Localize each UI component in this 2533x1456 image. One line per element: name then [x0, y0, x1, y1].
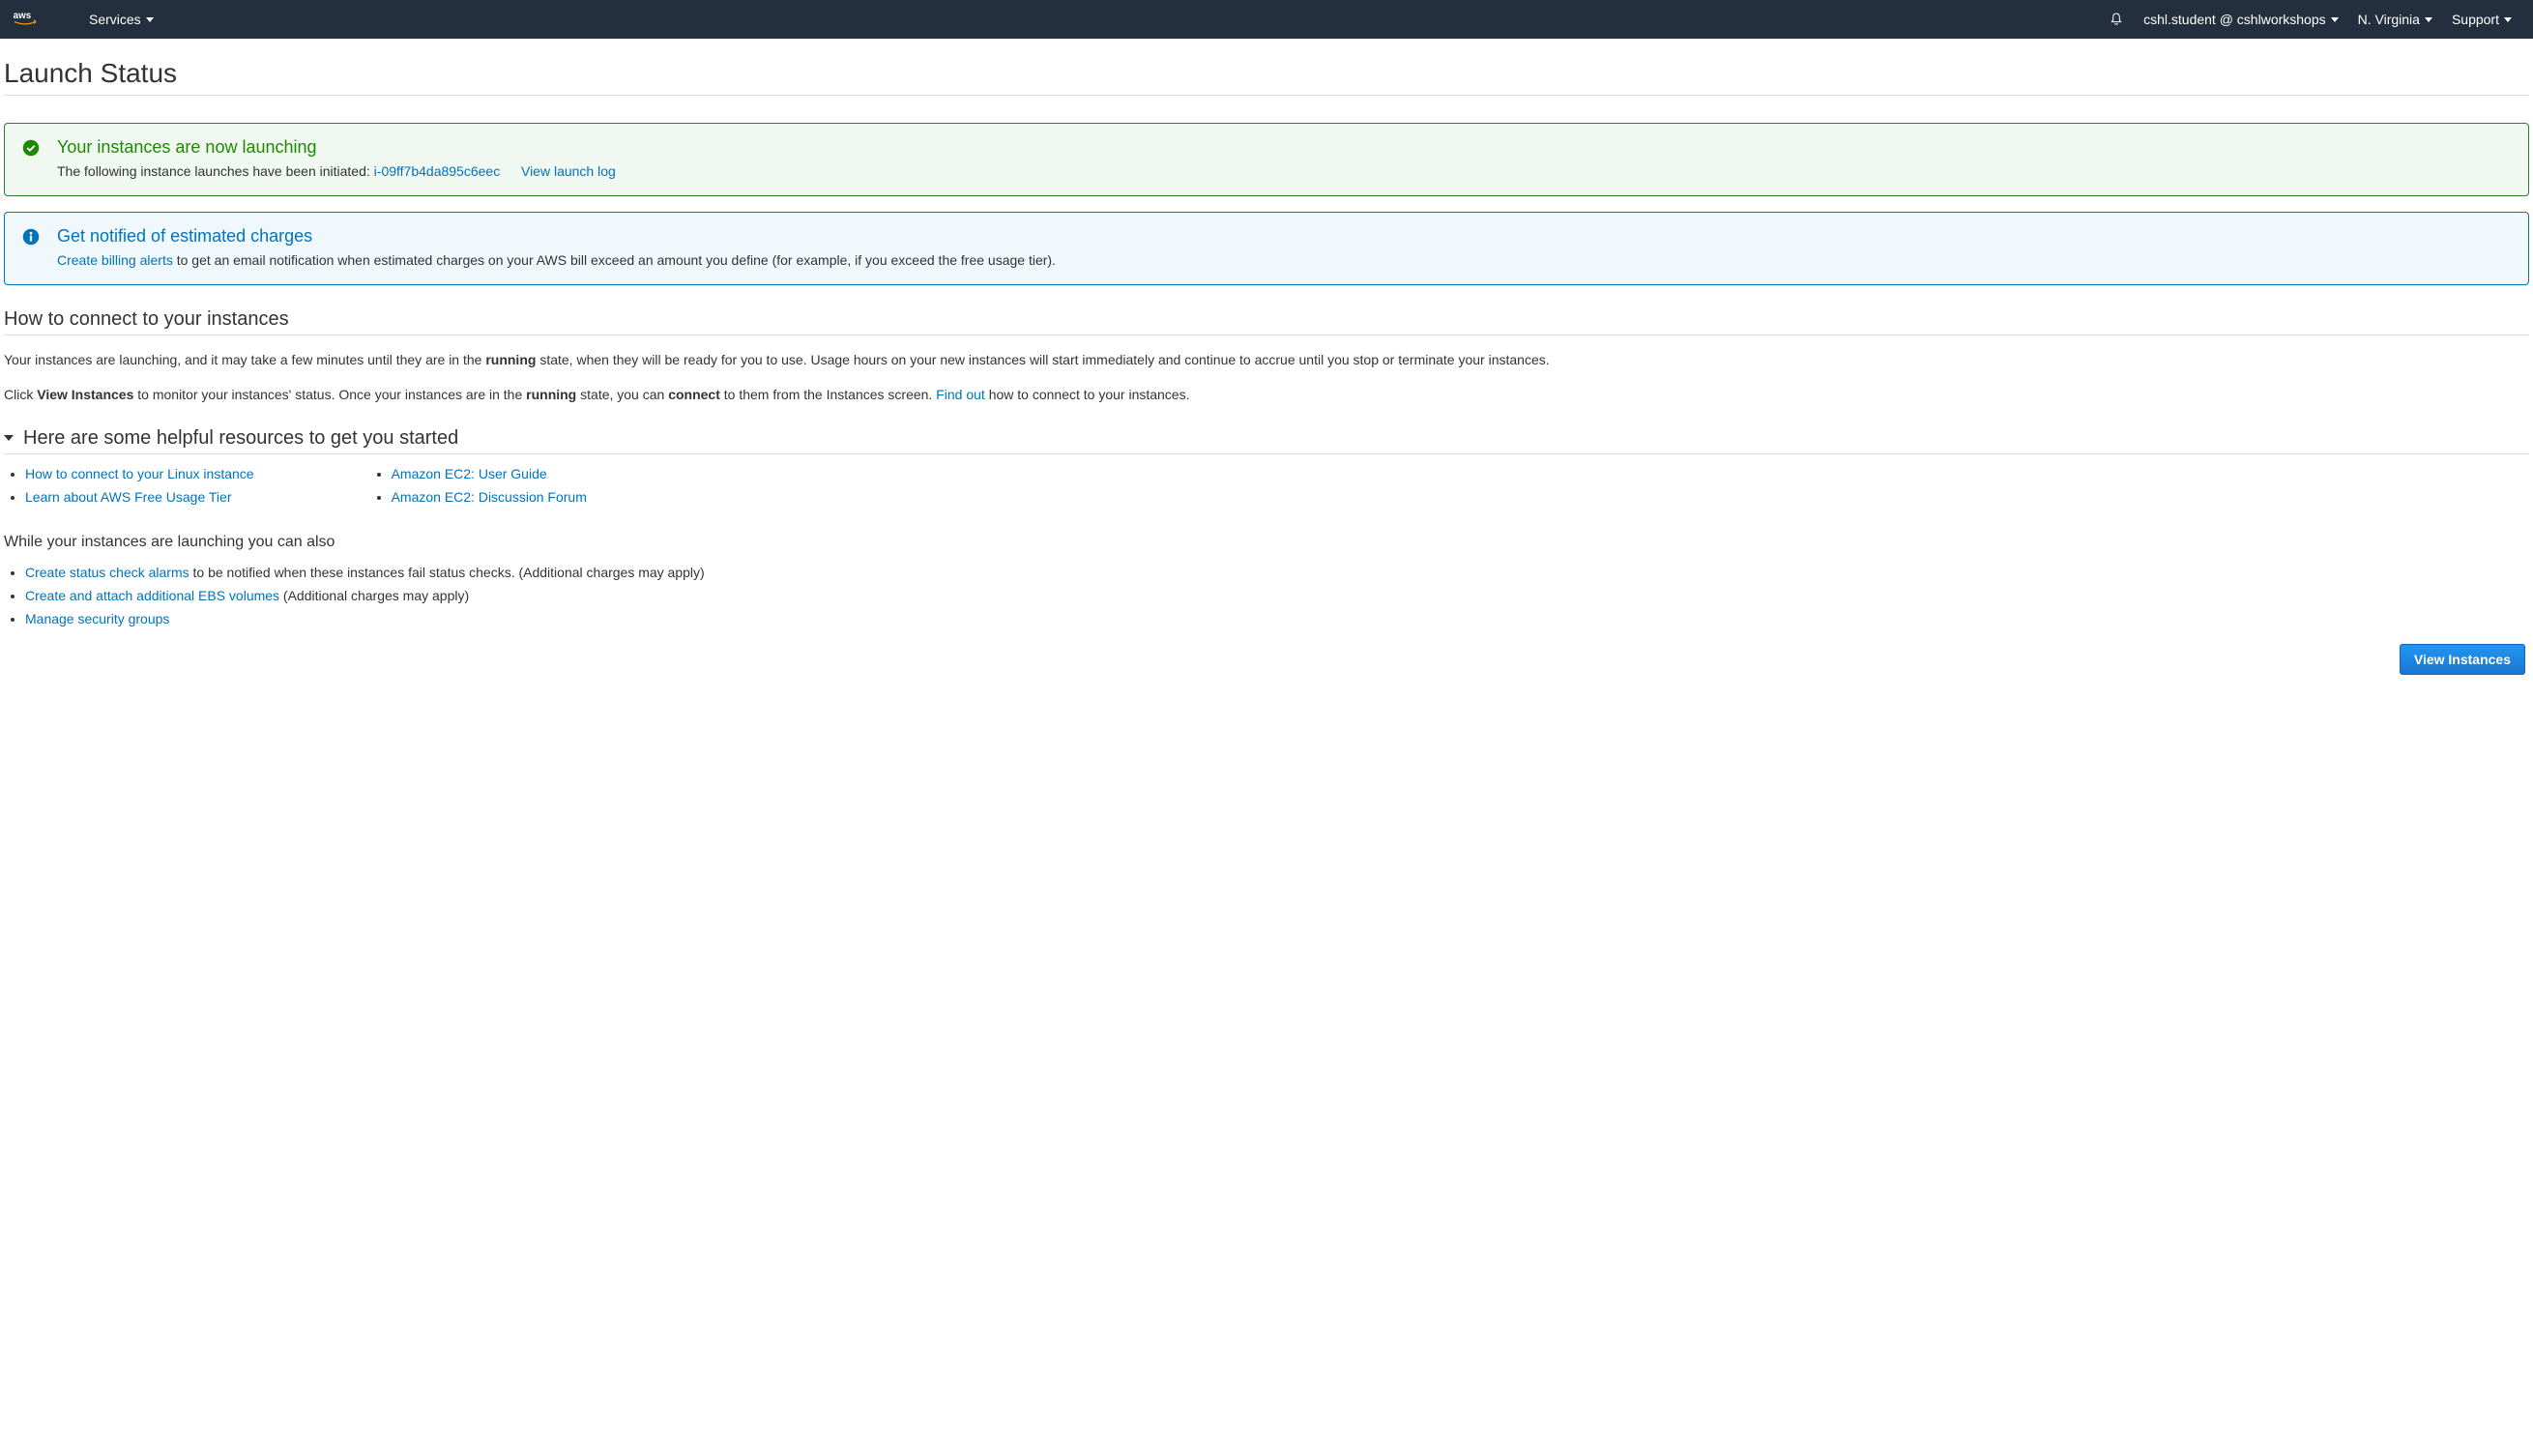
chevron-down-icon [2331, 17, 2339, 22]
resources-header-text: Here are some helpful resources to get y… [23, 427, 458, 450]
support-menu[interactable]: Support [2442, 12, 2521, 27]
resource-link[interactable]: How to connect to your Linux instance [25, 466, 254, 481]
resource-link[interactable]: Learn about AWS Free Usage Tier [25, 489, 231, 505]
task-link[interactable]: Create and attach additional EBS volumes [25, 588, 279, 603]
success-title: Your instances are now launching [57, 137, 616, 158]
while-launching-heading: While your instances are launching you c… [4, 534, 2529, 551]
resource-columns: How to connect to your Linux instance Le… [4, 466, 2529, 512]
connect-para-1: Your instances are launching, and it may… [4, 349, 2529, 370]
billing-info-alert: Get notified of estimated charges Create… [4, 212, 2529, 285]
check-circle-icon [22, 139, 40, 182]
task-link[interactable]: Create status check alarms [25, 565, 189, 580]
services-menu[interactable]: Services [79, 12, 163, 27]
success-text: The following instance launches have bee… [57, 161, 616, 182]
resources-toggle[interactable]: Here are some helpful resources to get y… [4, 420, 2529, 454]
page-title: Launch Status [4, 41, 2529, 96]
list-item: Create status check alarms to be notifie… [25, 565, 2529, 580]
account-label: cshl.student @ cshlworkshops [2143, 12, 2326, 27]
while-launching-list: Create status check alarms to be notifie… [4, 565, 2529, 626]
main-content: Launch Status Your instances are now lau… [0, 39, 2533, 686]
info-text: Create billing alerts to get an email no… [57, 250, 1056, 271]
list-item: Learn about AWS Free Usage Tier [25, 489, 254, 505]
svg-text:aws: aws [14, 11, 32, 21]
resource-link[interactable]: Amazon EC2: User Guide [392, 466, 547, 481]
bell-icon [2109, 12, 2124, 27]
services-label: Services [89, 12, 141, 27]
footer-actions: View Instances [4, 634, 2529, 684]
task-link[interactable]: Manage security groups [25, 611, 169, 626]
create-billing-alerts-link[interactable]: Create billing alerts [57, 252, 173, 268]
notifications-button[interactable] [2099, 12, 2134, 27]
account-menu[interactable]: cshl.student @ cshlworkshops [2134, 12, 2348, 27]
list-item: Amazon EC2: Discussion Forum [392, 489, 587, 505]
support-label: Support [2452, 12, 2499, 27]
find-out-link[interactable]: Find out [936, 387, 985, 402]
resource-link[interactable]: Amazon EC2: Discussion Forum [392, 489, 587, 505]
chevron-down-icon [2504, 17, 2512, 22]
info-title: Get notified of estimated charges [57, 226, 1056, 247]
chevron-down-icon [2425, 17, 2432, 22]
info-circle-icon [22, 228, 40, 271]
chevron-down-icon [4, 435, 14, 441]
list-item: Manage security groups [25, 611, 2529, 626]
instance-id-link[interactable]: i-09ff7b4da895c6eec [374, 163, 501, 179]
region-label: N. Virginia [2358, 12, 2420, 27]
region-menu[interactable]: N. Virginia [2348, 12, 2442, 27]
list-item: Create and attach additional EBS volumes… [25, 588, 2529, 603]
launch-success-alert: Your instances are now launching The fol… [4, 123, 2529, 196]
chevron-down-icon [146, 17, 154, 22]
list-item: How to connect to your Linux instance [25, 466, 254, 481]
top-nav: aws Services cshl.student @ cshlworkshop… [0, 0, 2533, 39]
view-launch-log-link[interactable]: View launch log [521, 163, 616, 179]
resource-list-2: Amazon EC2: User Guide Amazon EC2: Discu… [370, 466, 587, 512]
list-item: Amazon EC2: User Guide [392, 466, 587, 481]
view-instances-button[interactable]: View Instances [2400, 644, 2525, 675]
resource-list-1: How to connect to your Linux instance Le… [4, 466, 254, 512]
connect-para-2: Click View Instances to monitor your ins… [4, 384, 2529, 405]
connect-section-title: How to connect to your instances [4, 301, 2529, 335]
aws-logo[interactable]: aws [12, 9, 50, 30]
